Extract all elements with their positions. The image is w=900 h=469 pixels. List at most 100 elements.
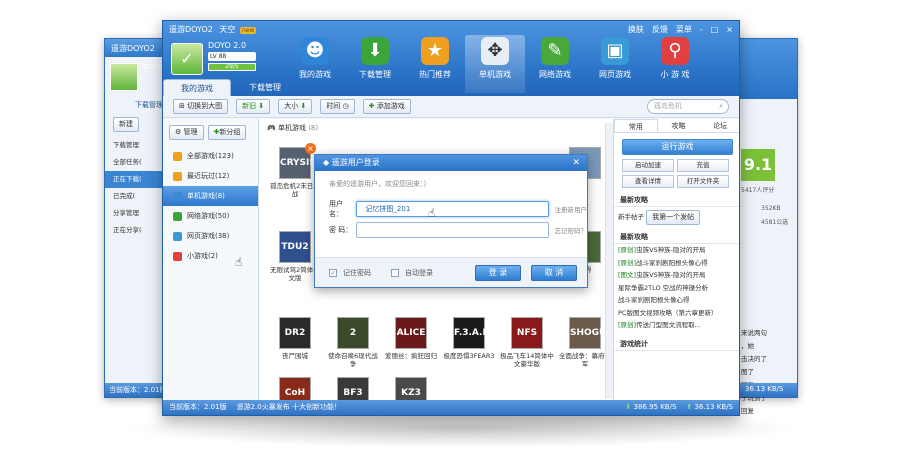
game-tile[interactable]: KZ3 (383, 377, 439, 402)
register-link[interactable]: 注册新用户 (555, 204, 588, 214)
game-tile[interactable]: CoH (267, 377, 323, 402)
nav-item-5[interactable]: ▣ 网页游戏 (585, 35, 645, 93)
news-tag: [原创] (618, 258, 637, 267)
nav-item-3[interactable]: ✥ 单机游戏 (465, 35, 525, 93)
sidebar-item[interactable]: 全部游戏(123) (163, 146, 258, 166)
nav-item-1[interactable]: ⬇ 下载管理 (345, 35, 405, 93)
news-text: 战斗家刹剧阳根头像心得 (636, 258, 708, 267)
newbie-label[interactable]: 新手帖子 (618, 213, 644, 221)
password-field[interactable] (356, 222, 549, 238)
recharge-button[interactable]: 充值 (677, 159, 729, 172)
forgot-password-link[interactable]: 忘记密码？ (555, 225, 588, 235)
sidebar-item[interactable]: 单机游戏(8) (163, 186, 258, 206)
login-button[interactable]: 登 录 (475, 265, 521, 281)
sidebar-item[interactable]: 小游戏(2) (163, 246, 258, 266)
sidebar-item[interactable]: 最近玩过(12) (163, 166, 258, 186)
manage-button[interactable]: ⚙ 管理 (169, 125, 204, 140)
window-controls: 换肤 反馈 菜单 - □ × (628, 24, 733, 35)
nav-label: 小 游 戏 (660, 70, 690, 79)
news-item[interactable]: PC版图文视频攻略（第六章更新） (614, 307, 739, 320)
pen-icon: ✎ (541, 37, 569, 65)
news-text: 虫族VS神族-隐对的开局 (636, 246, 706, 254)
back-right-link: 来说两句 (741, 329, 767, 337)
nav-label: 网页游戏 (599, 70, 631, 79)
newbie-row: 新手帖子 我第一个发帖 (614, 210, 739, 225)
game-title: 使命召唤6现代战争 (328, 352, 378, 368)
news-header: 最新攻略 (614, 231, 739, 244)
open-folder-button[interactable]: 打开文件夹 (677, 175, 729, 188)
sort-size-button[interactable]: 大小 ⬇ (278, 99, 313, 114)
game-tile[interactable]: BF3 (325, 377, 381, 402)
game-title: 爱丽丝：疯狂回归 (385, 352, 437, 360)
remember-checkbox[interactable]: ✓ (329, 268, 337, 277)
news-item[interactable]: [原创]虫族VS神族-隐对的开局 (614, 244, 739, 257)
remove-badge-icon[interactable]: × (305, 143, 316, 154)
tab-forum[interactable]: 论坛 (699, 119, 739, 132)
game-tile[interactable]: 2 使命召唤6现代战争 (325, 317, 381, 368)
sort-new-button[interactable]: 新旧 ⬇ (236, 99, 271, 114)
news-item[interactable]: 战斗家刹剧阳根头像心得 (614, 294, 739, 307)
run-game-button[interactable]: 运行游戏 (622, 139, 733, 155)
news-text: 星际争霸2TLO 空战的神操分析 (618, 283, 709, 292)
game-tile[interactable]: F.3.A.R 极度恐惧3FEAR3 (441, 317, 497, 360)
news-item[interactable]: [原创]传送门型图文流程取... (614, 319, 739, 332)
maximize-icon[interactable]: □ (711, 25, 719, 34)
back-left-new-button[interactable]: 新建 (113, 117, 139, 132)
sort-new-label: 新旧 (242, 102, 257, 110)
user-level: LV 88 (208, 52, 256, 61)
add-game-button[interactable]: ✚ 添加游戏 (362, 99, 411, 114)
nav-label: 下载管理 (359, 70, 391, 79)
dialog-logo-icon: ◆ (323, 158, 330, 167)
auto-login-checkbox[interactable] (391, 268, 399, 277)
news-item[interactable]: [原创]战斗家刹剧阳根头像心得 (614, 257, 739, 270)
game-cover: F.3.A.R (453, 317, 489, 349)
upload-speed: ⬆ 36.13 KB/S (686, 400, 733, 415)
tab-common[interactable]: 常用 (614, 119, 658, 132)
game-tile[interactable]: DR2 丧尸围城 (267, 317, 323, 360)
nav-item-2[interactable]: ★ 热门推荐 (405, 35, 465, 93)
game-tile[interactable]: NFS 极品飞车14简体中文豪华版 (499, 317, 555, 368)
game-cover: SHOGUN (569, 317, 613, 349)
tab-my-games[interactable]: 我的游戏 (163, 79, 231, 96)
search-input[interactable]: 孤岛危机 ⌕ (647, 99, 729, 114)
nav-item-4[interactable]: ✎ 网络游戏 (525, 35, 585, 93)
sidebar-item-label: 最近玩过(12) (187, 172, 230, 180)
skin-link[interactable]: 换肤 (628, 24, 644, 35)
download-speed: ⬇ 386.95 KB/S (625, 400, 676, 415)
game-scrollbar[interactable] (605, 123, 613, 399)
switch-view-button[interactable]: ⊞ 切换到大图 (173, 99, 229, 114)
details-button[interactable]: 查看详情 (622, 175, 674, 188)
menu-link[interactable]: 菜单 (676, 24, 692, 35)
dialog-title: 遥游用户登录 (331, 158, 380, 167)
notice-text[interactable]: 遥游2.0火暴发布 十大创新功能！ (237, 400, 341, 415)
tab-download-manager[interactable]: 下载管理 (231, 79, 299, 96)
remember-label: 记住密码 (343, 268, 371, 277)
accelerate-button[interactable]: 启动加速 (622, 159, 674, 172)
latest-guides-header: 最新攻略 (614, 194, 739, 207)
avatar[interactable]: ✓ (171, 43, 203, 75)
news-item[interactable]: 星际争霸2TLO 空战的神操分析 (614, 282, 739, 295)
back-right-links: 来说两句，她击决的了图了回复于玩到了回复 (741, 327, 767, 418)
dialog-close-icon[interactable]: ✕ (572, 155, 580, 171)
news-item[interactable]: [图文]虫族VS神族-隐对的开局 (614, 269, 739, 282)
game-title: 丧尸围城 (282, 352, 308, 360)
first-post-button[interactable]: 我第一个发帖 (646, 210, 701, 225)
search-icon[interactable]: ⌕ (719, 100, 723, 113)
sidebar-item[interactable]: 网络游戏(50) (163, 206, 258, 226)
minimize-icon[interactable]: - (700, 25, 703, 34)
back-right-players: 5417人评分 (741, 187, 775, 194)
username[interactable]: DOYO 2.0 (208, 41, 246, 50)
category-title: 单机游戏 (277, 124, 306, 132)
close-icon[interactable]: × (726, 25, 733, 34)
game-tile[interactable]: ALICE 爱丽丝：疯狂回归 (383, 317, 439, 360)
sort-time-button[interactable]: 时间 ◷ (320, 99, 355, 114)
tab-guides[interactable]: 攻略 (658, 119, 700, 132)
new-group-button[interactable]: ✚新分组 (207, 125, 247, 140)
sidebar-item[interactable]: 网页游戏(38) (163, 226, 258, 246)
nav-label: 热门推荐 (419, 70, 451, 79)
app-tag-label: 天空 (219, 25, 236, 34)
nav-item-6[interactable]: ⚲ 小 游 戏 (645, 35, 705, 93)
cancel-button[interactable]: 取 消 (531, 265, 577, 281)
feedback-link[interactable]: 反馈 (652, 24, 668, 35)
username-field[interactable]: 记忆拼图_201 (356, 201, 549, 217)
